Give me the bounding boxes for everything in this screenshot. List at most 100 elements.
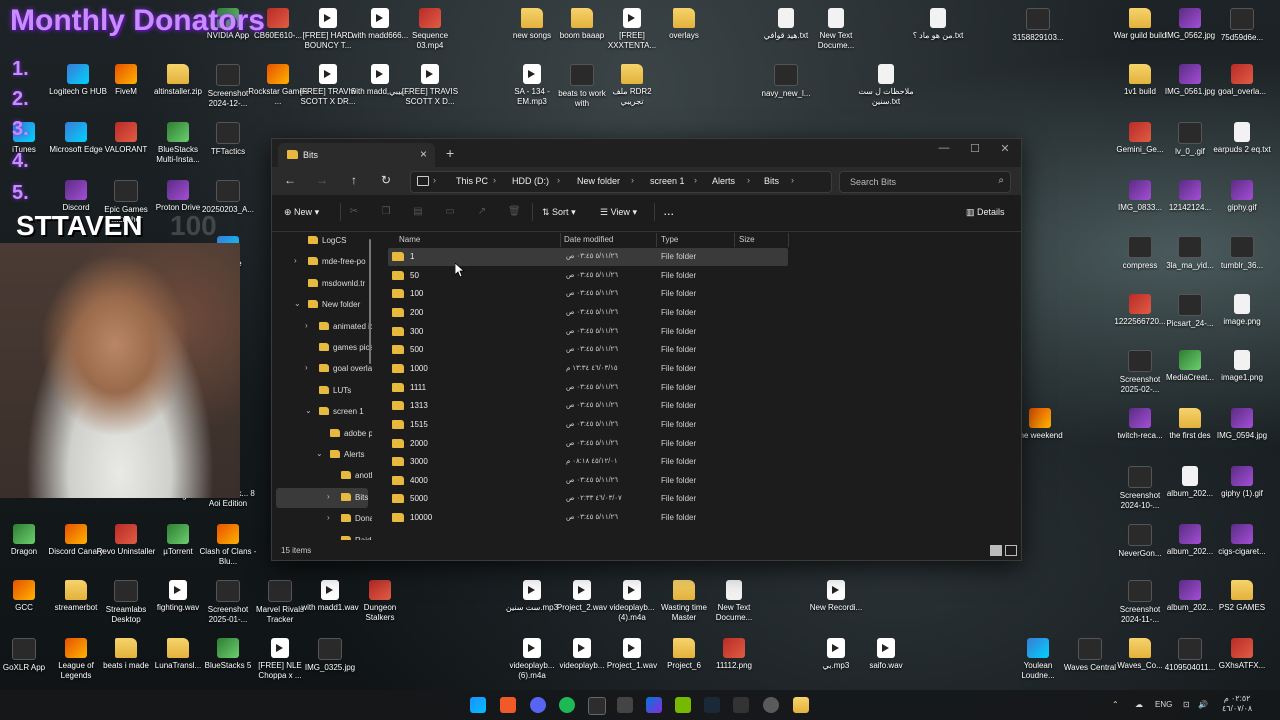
tree-item[interactable]: ⌄ Alerts bbox=[276, 445, 368, 465]
desktop-icon[interactable]: Revo Uninstaller bbox=[96, 524, 156, 557]
spotify-icon[interactable] bbox=[559, 697, 575, 713]
desktop-icon[interactable]: IMG_0562.jpg bbox=[1160, 8, 1220, 41]
table-row[interactable]: 500 ٥/١١/٢٦ ٠٣:٤٥ ص File folder bbox=[388, 341, 788, 359]
obs-icon[interactable] bbox=[763, 697, 779, 713]
desktop-icon[interactable]: New Text Docume... bbox=[806, 8, 866, 51]
new-tab-icon[interactable]: + bbox=[446, 145, 454, 161]
back-arrow-icon[interactable]: ← bbox=[281, 173, 299, 187]
windows-start-icon[interactable] bbox=[470, 697, 486, 713]
tree-item[interactable]: games pics bbox=[276, 338, 372, 358]
desktop-icon[interactable]: TFTactics bbox=[198, 122, 258, 157]
table-row[interactable]: 4000 ٥/١١/٢٦ ٠٣:٤٥ ص File folder bbox=[388, 472, 788, 490]
chevron-right-icon[interactable]: › bbox=[305, 363, 308, 372]
desktop-icon[interactable]: ملف RDR2 تجريبي bbox=[602, 64, 662, 107]
minimize-icon[interactable]: — bbox=[929, 142, 959, 154]
copy-icon[interactable]: ❐ bbox=[380, 206, 392, 218]
details-pane-button[interactable]: ▥ Details bbox=[966, 207, 1005, 218]
column-divider[interactable] bbox=[656, 233, 657, 247]
desktop-icon[interactable]: lv_0_.gif bbox=[1160, 122, 1220, 157]
desktop-icon[interactable]: the first des bbox=[1160, 408, 1220, 441]
steam-client-icon[interactable] bbox=[704, 697, 720, 713]
desktop-icon[interactable]: MediaCreat... bbox=[1160, 350, 1220, 383]
desktop-icon[interactable]: album_202... bbox=[1160, 524, 1220, 557]
file-explorer-icon[interactable] bbox=[793, 697, 809, 713]
sort-button[interactable]: ⇅ Sort ▾ bbox=[542, 207, 576, 218]
refresh-icon[interactable]: ↻ bbox=[377, 173, 395, 187]
desktop-icon[interactable]: earpuds 2 eq.txt bbox=[1212, 122, 1272, 155]
desktop-icon[interactable]: [FREE] TRAVIS SCOTT X D... bbox=[400, 64, 460, 107]
tree-item[interactable]: › Donatio bbox=[276, 509, 372, 529]
desktop-icon[interactable]: image.png bbox=[1212, 294, 1272, 327]
maximize-icon[interactable]: ☐ bbox=[960, 142, 990, 155]
desktop-icon[interactable]: BlueStacks 5 bbox=[198, 638, 258, 671]
tree-item[interactable]: msdownld.tr bbox=[276, 274, 368, 294]
table-row[interactable]: 3000 ٤٥/١٢/٠١ ٠٨:١٨ م File folder bbox=[388, 453, 788, 471]
table-row[interactable]: 1000 ٤٦/٠٣/١٥ ١٣:٣٤ م File folder bbox=[388, 360, 788, 378]
table-row[interactable]: 1515 ٥/١١/٢٦ ٠٣:٤٥ ص File folder bbox=[388, 416, 788, 434]
desktop-icon[interactable]: Streamlabs Desktop bbox=[96, 580, 156, 625]
desktop-icon[interactable]: VALORANT bbox=[96, 122, 156, 155]
desktop-icon[interactable]: New Text Docume... bbox=[704, 580, 764, 623]
desktop-icon[interactable]: GXhsATFX... bbox=[1212, 638, 1272, 671]
desktop-icon[interactable]: IMG_0325.jpg bbox=[300, 638, 360, 673]
desktop-icon[interactable]: album_202... bbox=[1160, 580, 1220, 613]
tree-item[interactable]: Raid bbox=[276, 531, 371, 540]
desktop-icon[interactable]: videoplayb... (4).m4a bbox=[602, 580, 662, 623]
desktop-icon[interactable]: Picsart_24-... bbox=[1160, 294, 1220, 329]
desktop-icon[interactable]: Screenshot 2025-01-... bbox=[198, 580, 258, 625]
table-row[interactable]: 50 ٥/١١/٢٦ ٠٣:٤٥ ص File folder bbox=[388, 267, 788, 285]
desktop-icon[interactable]: Dungeon Stalkers bbox=[350, 580, 410, 623]
tree-item[interactable]: adobe pre bbox=[276, 424, 372, 444]
breadcrumb-new-folder[interactable]: New folder bbox=[577, 176, 620, 186]
column-divider[interactable] bbox=[560, 233, 561, 247]
table-row[interactable]: 200 ٥/١١/٢٦ ٠٣:٤٥ ص File folder bbox=[388, 304, 788, 322]
desktop-icon[interactable]: 11112.png bbox=[704, 638, 764, 671]
rename-icon[interactable]: ▭ bbox=[444, 206, 456, 218]
steam-icon[interactable] bbox=[617, 697, 633, 713]
desktop-icon[interactable]: 3158829103... bbox=[1008, 8, 1068, 43]
desktop-icon[interactable]: IMG_0561.jpg bbox=[1160, 64, 1220, 97]
network-icon[interactable]: ⊡ bbox=[1183, 700, 1190, 709]
table-row[interactable]: 10000 ٥/١١/٢٦ ٠٣:٤٥ ص File folder bbox=[388, 509, 788, 527]
chevron-right-icon[interactable]: › bbox=[327, 513, 330, 522]
tree-item[interactable]: › Bits bbox=[276, 487, 368, 508]
nvidia-icon[interactable] bbox=[675, 697, 691, 713]
table-row[interactable]: 2000 ٥/١١/٢٦ ٠٣:٤٥ ص File folder bbox=[388, 435, 788, 453]
chevron-up-icon[interactable]: ⌃ bbox=[1112, 700, 1119, 709]
tree-item[interactable]: › goal overla bbox=[276, 359, 372, 379]
new-button[interactable]: ⊕ New ▾ bbox=[284, 207, 319, 218]
desktop-icon[interactable]: IMG_0594.jpg bbox=[1212, 408, 1272, 441]
view-button[interactable]: ☰ View ▾ bbox=[600, 207, 637, 218]
desktop-icon[interactable]: [FREE] TRAVIS SCOTT X DR... bbox=[298, 64, 358, 107]
tree-item[interactable]: › mde-free-po bbox=[276, 252, 368, 272]
desktop-icon[interactable]: Youlean Loudne... bbox=[1008, 638, 1068, 681]
desktop-icon[interactable]: image1.png bbox=[1212, 350, 1272, 383]
chevron-right-icon[interactable]: › bbox=[305, 321, 308, 330]
tree-item[interactable]: LogCS bbox=[276, 231, 368, 251]
desktop-icon[interactable]: cigs-cigaret... bbox=[1212, 524, 1272, 557]
tab-bits[interactable]: Bits × bbox=[278, 143, 435, 167]
navigation-pane-scrollbar[interactable] bbox=[369, 239, 371, 364]
table-row[interactable]: 100 ٥/١١/٢٦ ٠٣:٤٥ ص File folder bbox=[388, 285, 788, 303]
column-divider[interactable] bbox=[788, 233, 789, 247]
desktop-icon[interactable]: tumblr_36... bbox=[1212, 236, 1272, 271]
desktop-icon[interactable]: من هو ماد ؟.txt bbox=[908, 8, 968, 41]
tree-item[interactable]: LUTs bbox=[276, 381, 368, 401]
tree-item[interactable]: another bbox=[276, 466, 372, 486]
close-window-icon[interactable]: ✕ bbox=[990, 142, 1020, 155]
details-view-icon[interactable] bbox=[990, 545, 1002, 556]
desktop-icon[interactable]: goal_overla... bbox=[1212, 64, 1272, 97]
delete-icon[interactable]: 🗑 bbox=[508, 206, 521, 218]
onedrive-icon[interactable]: ☁ bbox=[1135, 700, 1143, 709]
desktop-icon[interactable]: Sequence 03.mp4 bbox=[400, 8, 460, 51]
chevron-right-icon[interactable]: › bbox=[327, 492, 330, 501]
breadcrumb-bits[interactable]: Bits bbox=[764, 176, 779, 186]
breadcrumb-screen-1[interactable]: screen 1 bbox=[650, 176, 685, 186]
table-row[interactable]: 5000 ٤٦/٠٣/٠٧ ٠٢:٣٣ ص File folder bbox=[388, 490, 788, 508]
table-row[interactable]: 1313 ٥/١١/٢٦ ٠٣:٤٥ ص File folder bbox=[388, 397, 788, 415]
desktop-icon[interactable]: beats i made bbox=[96, 638, 156, 671]
table-row[interactable]: 1111 ٥/١١/٢٦ ٠٣:٤٥ ص File folder bbox=[388, 379, 788, 397]
desktop-icon[interactable]: [FREE] HARD BOUNCY T... bbox=[298, 8, 358, 51]
column-divider[interactable] bbox=[734, 233, 735, 247]
tree-item[interactable]: › animated ic bbox=[276, 317, 372, 337]
